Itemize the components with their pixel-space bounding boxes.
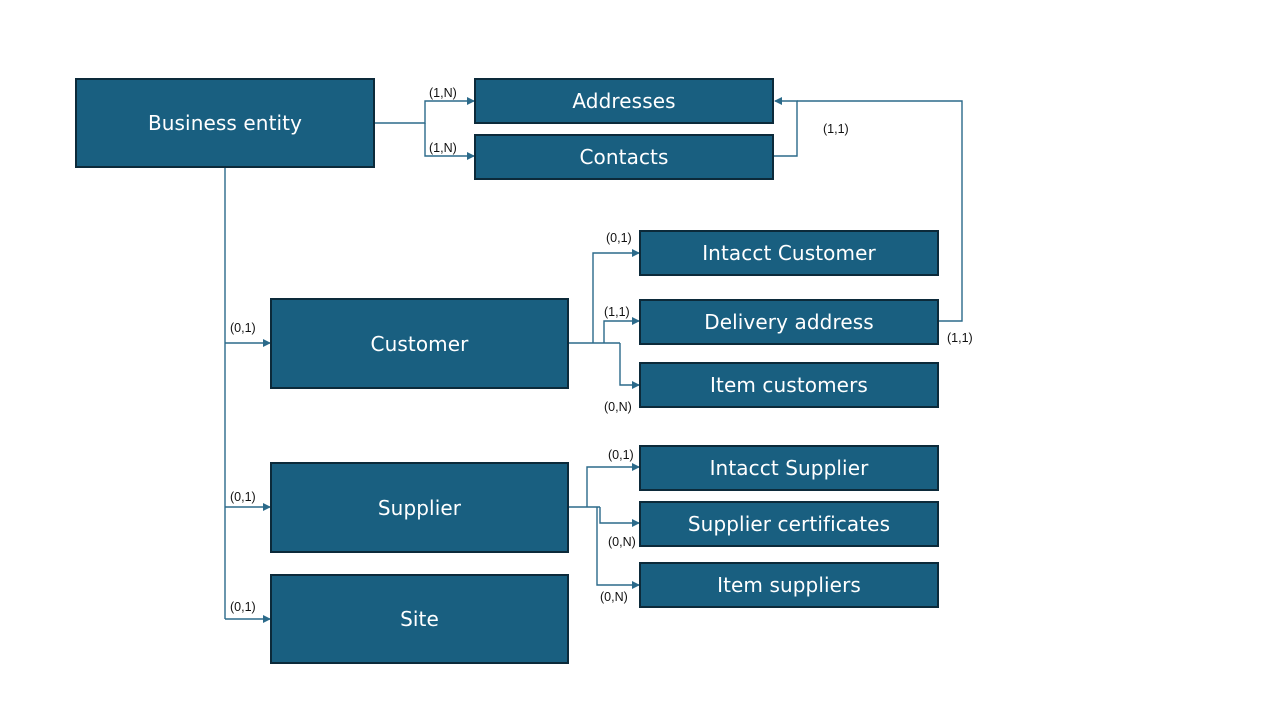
entity-site: Site [270, 574, 569, 664]
cardinality-supplier-certificates: (0,N) [608, 535, 636, 549]
cardinality-be-supplier: (0,1) [230, 490, 256, 504]
connector-delivery-addresses [797, 100, 963, 322]
entity-item-suppliers: Item suppliers [639, 562, 939, 608]
cardinality-be-addresses: (1,N) [429, 86, 457, 100]
entity-customer: Customer [270, 298, 569, 389]
cardinality-supplier-items: (0,N) [600, 590, 628, 604]
connector-supplier-intacct [586, 463, 640, 507]
entity-intacct-customer: Intacct Customer [639, 230, 939, 276]
entity-addresses: Addresses [474, 78, 774, 124]
connector-be-addresses [374, 97, 475, 124]
connector-supplier-certificates [599, 507, 640, 527]
cardinality-customer-delivery: (1,1) [604, 305, 630, 319]
entity-contacts: Contacts [474, 134, 774, 180]
entity-delivery-address: Delivery address [639, 299, 939, 345]
cardinality-be-site: (0,1) [230, 600, 256, 614]
cardinality-be-contacts: (1,N) [429, 141, 457, 155]
entity-intacct-supplier: Intacct Supplier [639, 445, 939, 491]
connector-customer-items [619, 343, 640, 389]
cardinality-customer-items: (0,N) [604, 400, 632, 414]
entity-supplier-certificates: Supplier certificates [639, 501, 939, 547]
cardinality-delivery-addresses: (1,1) [947, 331, 973, 345]
cardinality-contacts-addresses: (1,1) [823, 122, 849, 136]
connector-contacts-addresses [773, 97, 798, 157]
entity-supplier: Supplier [270, 462, 569, 553]
entity-item-customers: Item customers [639, 362, 939, 408]
cardinality-supplier-intacct: (0,1) [608, 448, 634, 462]
connector-customer-intacct [592, 249, 640, 343]
cardinality-be-customer: (0,1) [230, 321, 256, 335]
connector-customer-delivery [603, 317, 640, 343]
entity-business-entity: Business entity [75, 78, 375, 168]
cardinality-customer-intacct: (0,1) [606, 231, 632, 245]
